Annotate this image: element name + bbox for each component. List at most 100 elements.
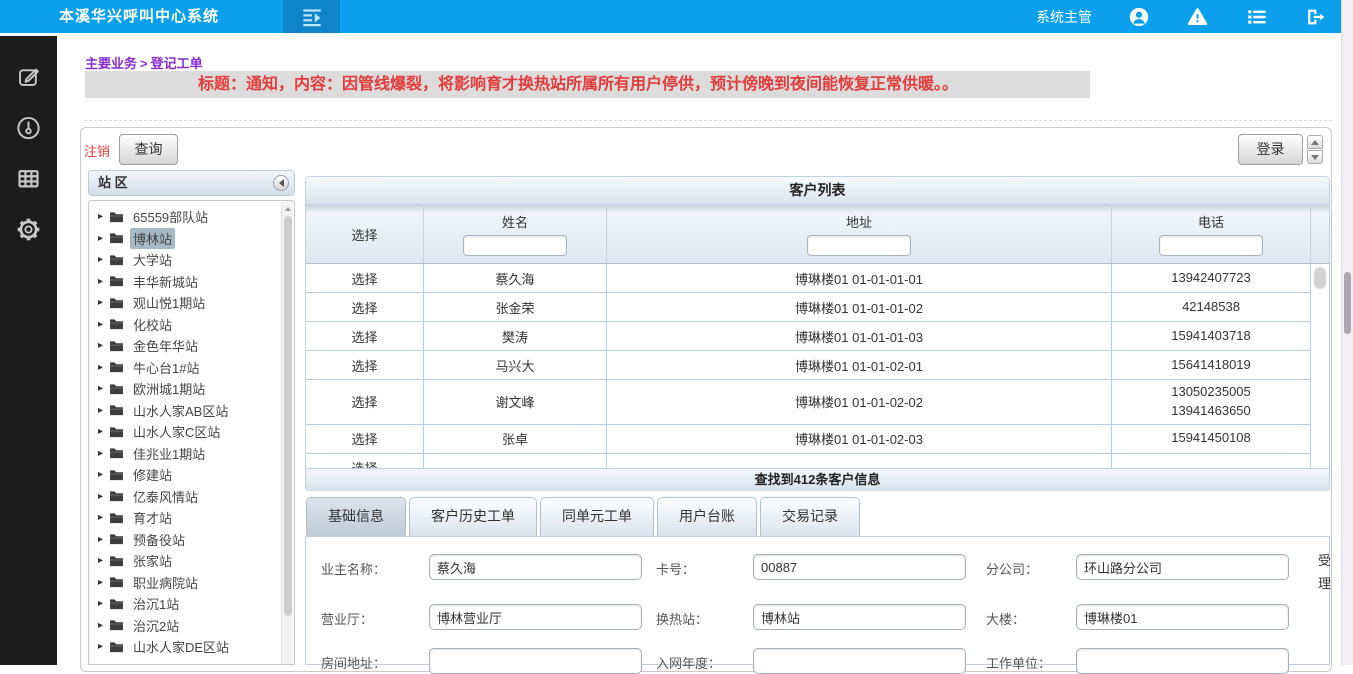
alerts-button[interactable] bbox=[1186, 6, 1209, 28]
phone-filter-input[interactable] bbox=[1159, 235, 1263, 256]
tree-item[interactable]: 65559部队站 bbox=[89, 206, 280, 228]
table-row[interactable]: 选择 bbox=[306, 454, 1329, 468]
logout-button[interactable] bbox=[1304, 6, 1327, 28]
tree-item[interactable]: 丰华新城站 bbox=[89, 271, 280, 293]
business-hall-field[interactable] bbox=[429, 604, 642, 630]
room-address-field[interactable] bbox=[429, 648, 642, 674]
tree-scrollbar-thumb[interactable] bbox=[284, 216, 292, 616]
spinner-down-button[interactable] bbox=[1307, 150, 1323, 164]
branch-field[interactable] bbox=[1076, 554, 1289, 580]
caret-icon[interactable] bbox=[98, 598, 109, 609]
tree-item[interactable]: 育才站 bbox=[89, 507, 280, 529]
caret-icon[interactable] bbox=[98, 469, 109, 480]
table-row[interactable]: 选择 马兴大 博琳楼01 01-01-02-01 15641418019 bbox=[306, 351, 1329, 380]
owner-name-field[interactable] bbox=[429, 554, 642, 580]
caret-icon[interactable] bbox=[98, 297, 109, 308]
logout-link[interactable]: 注销 bbox=[84, 141, 110, 160]
row-phone-cell: 42148538 bbox=[1112, 293, 1311, 322]
caret-icon[interactable] bbox=[98, 383, 109, 394]
tree-item[interactable]: 山水人家C区站 bbox=[89, 421, 280, 443]
building-field[interactable] bbox=[1076, 604, 1289, 630]
tree-item[interactable]: 职业病院站 bbox=[89, 572, 280, 594]
tree-item[interactable]: 预备役站 bbox=[89, 529, 280, 551]
row-phone-cell bbox=[1112, 454, 1311, 468]
caret-icon[interactable] bbox=[98, 620, 109, 631]
tree-item[interactable]: 山水人家AB区站 bbox=[89, 400, 280, 422]
breadcrumb-section[interactable]: 主要业务 bbox=[85, 56, 137, 71]
caret-icon[interactable] bbox=[98, 426, 109, 437]
tree-item[interactable]: 牛心台1#站 bbox=[89, 357, 280, 379]
caret-icon[interactable] bbox=[98, 555, 109, 566]
name-filter-input[interactable] bbox=[463, 235, 567, 256]
table-row[interactable]: 选择 蔡久海 博琳楼01 01-01-01-01 13942407723 bbox=[306, 264, 1329, 293]
tree-item[interactable]: 欧洲城1期站 bbox=[89, 378, 280, 400]
caret-icon[interactable] bbox=[98, 405, 109, 416]
compose-icon bbox=[15, 63, 42, 90]
tab[interactable]: 同单元工单 bbox=[540, 497, 654, 536]
caret-icon[interactable] bbox=[98, 362, 109, 373]
tree-item[interactable]: 佳兆业1期站 bbox=[89, 443, 280, 465]
caret-icon[interactable] bbox=[98, 276, 109, 287]
tree-scroll-up-button[interactable] bbox=[282, 202, 293, 215]
query-button[interactable]: 查询 bbox=[119, 134, 178, 165]
caret-icon[interactable] bbox=[98, 534, 109, 545]
join-year-field[interactable] bbox=[753, 648, 966, 674]
tab[interactable]: 交易记录 bbox=[760, 497, 860, 536]
sidebar-item-tables[interactable] bbox=[15, 164, 43, 192]
caret-icon[interactable] bbox=[98, 577, 109, 588]
task-list-button[interactable] bbox=[1245, 6, 1268, 28]
caret-icon[interactable] bbox=[98, 319, 109, 330]
tree-item[interactable]: 博林站 bbox=[89, 228, 280, 250]
collapse-panel-button[interactable] bbox=[273, 175, 289, 191]
page-scrollbar[interactable] bbox=[1341, 0, 1353, 665]
page-scrollbar-thumb[interactable] bbox=[1344, 272, 1351, 334]
caret-icon[interactable] bbox=[98, 233, 109, 244]
row-select-link[interactable]: 选择 bbox=[306, 351, 424, 380]
table-scrollbar-thumb[interactable] bbox=[1314, 267, 1326, 289]
caret-icon[interactable] bbox=[98, 254, 109, 265]
heat-station-field[interactable] bbox=[753, 604, 966, 630]
login-button[interactable]: 登录 bbox=[1238, 134, 1303, 165]
tree-item[interactable]: 张家站 bbox=[89, 550, 280, 572]
table-row[interactable]: 选择 樊涛 博琳楼01 01-01-01-03 15941403718 bbox=[306, 322, 1329, 351]
tree-item[interactable]: 治沉2站 bbox=[89, 615, 280, 637]
caret-icon[interactable] bbox=[98, 512, 109, 523]
folder-icon bbox=[109, 254, 124, 266]
row-select-link[interactable]: 选择 bbox=[306, 425, 424, 454]
sidebar-item-settings[interactable] bbox=[15, 215, 43, 243]
tree-item[interactable]: 亿泰风情站 bbox=[89, 486, 280, 508]
tree-item[interactable]: 金色年华站 bbox=[89, 335, 280, 357]
sidebar-item-compose[interactable] bbox=[15, 62, 43, 90]
caret-icon[interactable] bbox=[98, 491, 109, 502]
table-row[interactable]: 选择 张金荣 博琳楼01 01-01-01-02 42148538 bbox=[306, 293, 1329, 322]
tree-item[interactable]: 治沉1站 bbox=[89, 593, 280, 615]
sidebar-item-dashboard[interactable] bbox=[15, 113, 43, 141]
tab[interactable]: 用户台账 bbox=[657, 497, 757, 536]
caret-icon[interactable] bbox=[98, 641, 109, 652]
tree-scrollbar[interactable] bbox=[281, 202, 293, 664]
table-row[interactable]: 选择 张卓 博琳楼01 01-01-02-03 15941450108 bbox=[306, 425, 1329, 454]
row-select-link[interactable]: 选择 bbox=[306, 264, 424, 293]
caret-icon[interactable] bbox=[98, 340, 109, 351]
work-unit-field[interactable] bbox=[1076, 648, 1289, 674]
tab[interactable]: 客户历史工单 bbox=[409, 497, 537, 536]
caret-icon[interactable] bbox=[98, 448, 109, 459]
user-profile-button[interactable] bbox=[1128, 6, 1150, 28]
card-number-field[interactable] bbox=[753, 554, 966, 580]
row-select-link[interactable]: 选择 bbox=[306, 322, 424, 351]
tree-item[interactable]: 山水人家DE区站 bbox=[89, 636, 280, 658]
tab[interactable]: 基础信息 bbox=[306, 497, 406, 536]
address-filter-input[interactable] bbox=[807, 235, 911, 256]
accept-button[interactable]: 受理 bbox=[1318, 549, 1335, 595]
row-select-link[interactable]: 选择 bbox=[306, 293, 424, 322]
menu-toggle-button[interactable] bbox=[283, 0, 340, 33]
spinner-up-button[interactable] bbox=[1307, 135, 1323, 149]
row-select-link[interactable]: 选择 bbox=[306, 380, 424, 425]
tree-item[interactable]: 修建站 bbox=[89, 464, 280, 486]
caret-icon[interactable] bbox=[98, 211, 109, 222]
row-select-link[interactable]: 选择 bbox=[306, 454, 424, 468]
tree-item[interactable]: 观山悦1期站 bbox=[89, 292, 280, 314]
tree-item[interactable]: 大学站 bbox=[89, 249, 280, 271]
table-row[interactable]: 选择 谢文峰 博琳楼01 01-01-02-02 13050235005 139… bbox=[306, 380, 1329, 425]
tree-item[interactable]: 化校站 bbox=[89, 314, 280, 336]
